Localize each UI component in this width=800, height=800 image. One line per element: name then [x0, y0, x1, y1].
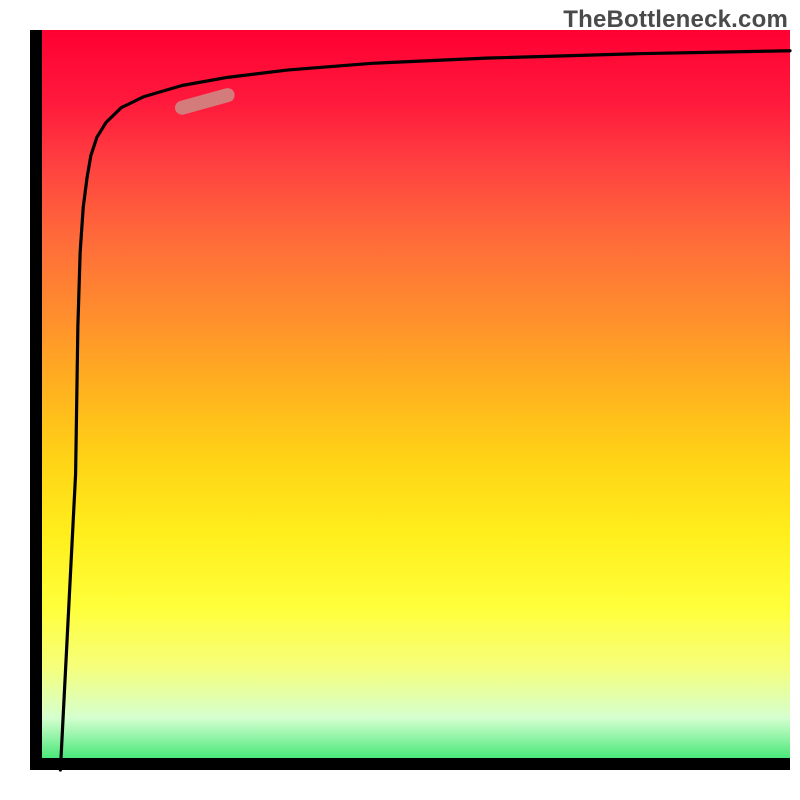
curve-layer	[30, 30, 790, 770]
watermark-label: TheBottleneck.com	[563, 6, 788, 34]
chart-container: TheBottleneck.com	[0, 0, 800, 800]
highlight-segment	[182, 95, 228, 108]
bottleneck-curve	[60, 51, 790, 770]
